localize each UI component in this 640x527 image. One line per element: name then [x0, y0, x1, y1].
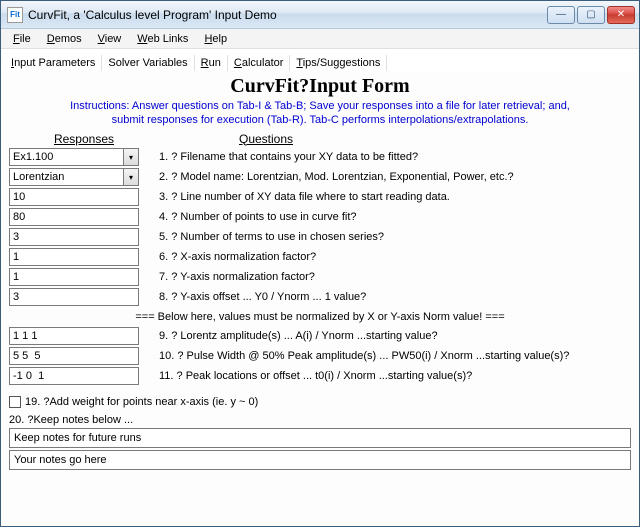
tab-input-parameters[interactable]: Input Parameters [5, 55, 102, 71]
tab-tips[interactable]: Tips/Suggestions [290, 55, 387, 71]
response-cell [9, 268, 139, 286]
app-icon: Fit [7, 7, 23, 23]
response-cell [9, 327, 139, 345]
question-text: 10. ? Pulse Width @ 50% Peak amplitude(s… [139, 350, 631, 362]
menu-demos[interactable]: Demos [39, 31, 90, 47]
response-cell: ▾ [9, 168, 139, 186]
input-row: 5. ? Number of terms to use in chosen se… [9, 228, 631, 247]
weight-checkbox-label: 19. ?Add weight for points near x-axis (… [25, 396, 258, 408]
response-input[interactable] [9, 347, 139, 365]
header-responses: Responses [9, 132, 159, 146]
tab-run[interactable]: Run [195, 55, 228, 71]
tab-solver-variables[interactable]: Solver Variables [102, 55, 194, 71]
window-controls: — ▢ ✕ [547, 6, 635, 24]
titlebar: Fit CurvFit, a 'Calculus level Program' … [1, 1, 639, 29]
input-row: 8. ? Y-axis offset ... Y0 / Ynorm ... 1 … [9, 288, 631, 307]
response-cell [9, 347, 139, 365]
window-title: CurvFit, a 'Calculus level Program' Inpu… [28, 8, 547, 22]
menu-view[interactable]: View [90, 31, 130, 47]
response-cell [9, 208, 139, 226]
response-input[interactable] [9, 367, 139, 385]
input-row: 9. ? Lorentz amplitude(s) ... A(i) / Yno… [9, 327, 631, 346]
input-row: 4. ? Number of points to use in curve fi… [9, 208, 631, 227]
response-cell [9, 367, 139, 385]
input-row: 7. ? Y-axis normalization factor? [9, 268, 631, 287]
response-cell [9, 188, 139, 206]
combo-box[interactable]: ▾ [9, 168, 139, 186]
input-row: ▾1. ? Filename that contains your XY dat… [9, 148, 631, 167]
response-input[interactable] [9, 188, 139, 206]
close-button[interactable]: ✕ [607, 6, 635, 24]
input-row: 6. ? X-axis normalization factor? [9, 248, 631, 267]
instructions: Instructions: Answer questions on Tab-I … [9, 100, 631, 128]
form-area: CurvFit?Input Form Instructions: Answer … [1, 71, 639, 526]
chevron-down-icon[interactable]: ▾ [123, 168, 139, 186]
menu-file[interactable]: File [5, 31, 39, 47]
response-cell: ▾ [9, 148, 139, 166]
question-text: 8. ? Y-axis offset ... Y0 / Ynorm ... 1 … [139, 291, 631, 303]
notes-box-2[interactable]: Your notes go here [9, 450, 631, 470]
menu-weblinks[interactable]: Web Links [129, 31, 196, 47]
question-text: 5. ? Number of terms to use in chosen se… [139, 231, 631, 243]
minimize-button[interactable]: — [547, 6, 575, 24]
input-row: 11. ? Peak locations or offset ... t0(i)… [9, 367, 631, 386]
tab-bar: Input Parameters Solver Variables Run Ca… [1, 49, 639, 71]
input-row: ▾2. ? Model name: Lorentzian, Mod. Loren… [9, 168, 631, 187]
response-cell [9, 248, 139, 266]
response-input[interactable] [9, 327, 139, 345]
response-input[interactable] [9, 228, 139, 246]
response-cell [9, 228, 139, 246]
question-text: 1. ? Filename that contains your XY data… [139, 151, 631, 163]
question-text: 9. ? Lorentz amplitude(s) ... A(i) / Yno… [139, 330, 631, 342]
app-window: Fit CurvFit, a 'Calculus level Program' … [0, 0, 640, 527]
chevron-down-icon[interactable]: ▾ [123, 148, 139, 166]
combo-box[interactable]: ▾ [9, 148, 139, 166]
combo-input[interactable] [9, 168, 123, 186]
form-title: CurvFit?Input Form [9, 75, 631, 98]
question-text: 7. ? Y-axis normalization factor? [139, 271, 631, 283]
response-input[interactable] [9, 288, 139, 306]
header-questions: Questions [159, 132, 631, 146]
combo-input[interactable] [9, 148, 123, 166]
maximize-button[interactable]: ▢ [577, 6, 605, 24]
weight-checkbox-row: 19. ?Add weight for points near x-axis (… [9, 396, 631, 408]
column-headers: Responses Questions [9, 132, 631, 146]
response-input[interactable] [9, 208, 139, 226]
tab-calculator[interactable]: Calculator [228, 55, 291, 71]
input-row: 3. ? Line number of XY data file where t… [9, 188, 631, 207]
notes-label: 20. ?Keep notes below ... [9, 414, 631, 426]
response-cell [9, 288, 139, 306]
response-input[interactable] [9, 268, 139, 286]
input-row: 10. ? Pulse Width @ 50% Peak amplitude(s… [9, 347, 631, 366]
question-text: 11. ? Peak locations or offset ... t0(i)… [139, 370, 631, 382]
question-text: 4. ? Number of points to use in curve fi… [139, 211, 631, 223]
input-rows-group-1: ▾1. ? Filename that contains your XY dat… [9, 148, 631, 307]
normalization-note: === Below here, values must be normalize… [9, 311, 631, 323]
question-text: 6. ? X-axis normalization factor? [139, 251, 631, 263]
question-text: 3. ? Line number of XY data file where t… [139, 191, 631, 203]
menu-help[interactable]: Help [196, 31, 235, 47]
question-text: 2. ? Model name: Lorentzian, Mod. Lorent… [139, 171, 631, 183]
weight-checkbox[interactable] [9, 396, 21, 408]
notes-box-1[interactable]: Keep notes for future runs [9, 428, 631, 448]
menubar: File Demos View Web Links Help [1, 29, 639, 49]
response-input[interactable] [9, 248, 139, 266]
input-rows-group-2: 9. ? Lorentz amplitude(s) ... A(i) / Yno… [9, 327, 631, 386]
